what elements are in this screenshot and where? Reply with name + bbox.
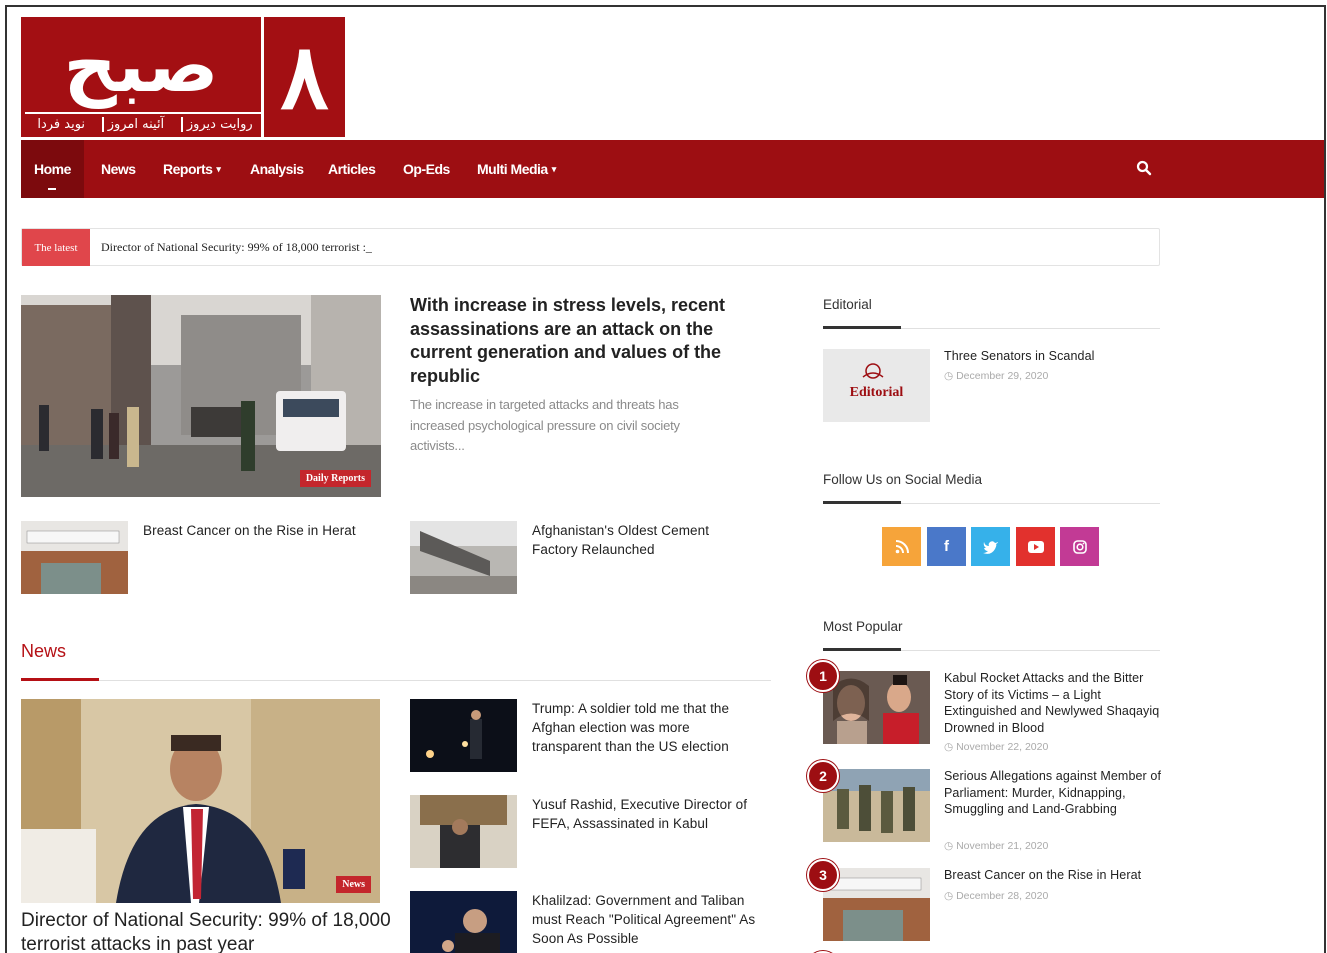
nav-multimedia[interactable]: Multi Media ▾ xyxy=(477,140,556,198)
editorial-title[interactable]: Three Senators in Scandal xyxy=(944,347,1144,366)
post-title[interactable]: Breast Cancer on the Rise in Herat xyxy=(143,521,383,540)
instagram-icon[interactable] xyxy=(1060,527,1099,566)
post-date: ◷ December 29, 2020 xyxy=(944,370,1049,382)
logo-number: ۸ xyxy=(261,17,345,137)
ticker-headline[interactable]: Director of National Security: 99% of 18… xyxy=(101,240,372,255)
news-thumbnail[interactable] xyxy=(410,891,517,953)
featured-image[interactable]: Daily Reports xyxy=(21,295,381,497)
twitter-icon[interactable] xyxy=(971,527,1010,566)
rank-badge: 1 xyxy=(807,660,839,692)
post-thumbnail[interactable] xyxy=(410,521,517,594)
news-main-image[interactable]: News xyxy=(21,699,380,903)
section-accent xyxy=(823,648,901,651)
nav-reports[interactable]: Reports ▾ xyxy=(163,140,221,198)
nav-analysis[interactable]: Analysis xyxy=(250,140,304,198)
popular-title[interactable]: Kabul Rocket Attacks and the Bitter Stor… xyxy=(944,670,1162,736)
news-main-title[interactable]: Director of National Security: 99% of 18… xyxy=(21,909,391,953)
nav-articles[interactable]: Articles xyxy=(328,140,376,198)
youtube-icon[interactable] xyxy=(1016,527,1055,566)
category-badge[interactable]: Daily Reports xyxy=(299,470,371,487)
post-date: ◷ November 22, 2020 xyxy=(944,741,1049,753)
popular-title[interactable]: Serious Allegations against Member of Pa… xyxy=(944,768,1162,818)
ticker-label: The latest xyxy=(22,229,90,266)
breaking-ticker: The latest Director of National Security… xyxy=(21,228,1160,266)
news-thumbnail[interactable] xyxy=(410,795,517,868)
category-badge[interactable]: News xyxy=(336,876,371,893)
section-accent xyxy=(823,501,901,504)
nav-home[interactable]: Home xyxy=(21,140,84,198)
news-title[interactable]: Khalilzad: Government and Taliban must R… xyxy=(532,891,764,948)
popular-thumbnail[interactable] xyxy=(823,868,930,941)
popular-title[interactable]: Breast Cancer on the Rise in Herat xyxy=(944,867,1162,884)
rss-icon[interactable] xyxy=(882,527,921,566)
clock-icon: ◷ xyxy=(944,370,957,382)
nav-op-eds[interactable]: Op-Eds xyxy=(403,140,450,198)
post-thumbnail[interactable] xyxy=(21,521,128,594)
news-title[interactable]: Yusuf Rashid, Executive Director of FEFA… xyxy=(532,795,767,833)
facebook-icon[interactable]: f xyxy=(927,527,966,566)
post-date: ◷ November 21, 2020 xyxy=(944,840,1049,852)
section-title-news[interactable]: News xyxy=(21,641,66,662)
clock-icon: ◷ xyxy=(944,741,957,753)
editorial-thumbnail[interactable]: Editorial xyxy=(823,349,930,422)
sidebar-title-popular: Most Popular xyxy=(823,619,903,634)
post-title[interactable]: Afghanistan's Oldest Cement Factory Rela… xyxy=(532,521,752,559)
section-accent xyxy=(21,678,99,681)
page-frame: صبح ۸ نوید فردا آئینه امروز روایت دیروز … xyxy=(5,5,1326,953)
search-icon[interactable] xyxy=(1136,160,1152,176)
news-thumbnail[interactable] xyxy=(410,699,517,772)
main-nav: Home News Reports ▾ Analysis Articles Op-… xyxy=(21,140,1324,198)
nav-news[interactable]: News xyxy=(101,140,136,198)
section-divider xyxy=(21,680,771,681)
sidebar-title-social: Follow Us on Social Media xyxy=(823,472,983,487)
chevron-down-icon: ▾ xyxy=(551,163,557,174)
rank-badge: 3 xyxy=(807,859,839,891)
post-date: ◷ December 28, 2020 xyxy=(944,890,1049,902)
popular-thumbnail[interactable] xyxy=(823,769,930,842)
sidebar-title-editorial: Editorial xyxy=(823,297,872,312)
section-accent xyxy=(823,326,901,329)
site-logo[interactable]: صبح ۸ نوید فردا آئینه امروز روایت دیروز xyxy=(21,17,345,137)
rank-badge: 2 xyxy=(807,760,839,792)
chevron-down-icon: ▾ xyxy=(216,163,221,174)
logo-wordmark: صبح xyxy=(63,23,219,109)
logo-tagline: نوید فردا آئینه امروز روایت دیروز xyxy=(25,112,261,134)
editorial-thumb-label: Editorial xyxy=(849,385,904,400)
news-title[interactable]: Trump: A soldier told me that the Afghan… xyxy=(532,699,757,756)
clock-icon: ◷ xyxy=(944,840,957,852)
clock-icon: ◷ xyxy=(944,890,957,902)
featured-title[interactable]: With increase in stress levels, recent a… xyxy=(410,294,760,388)
popular-thumbnail[interactable] xyxy=(823,671,930,744)
featured-excerpt: The increase in targeted attacks and thr… xyxy=(410,397,680,453)
